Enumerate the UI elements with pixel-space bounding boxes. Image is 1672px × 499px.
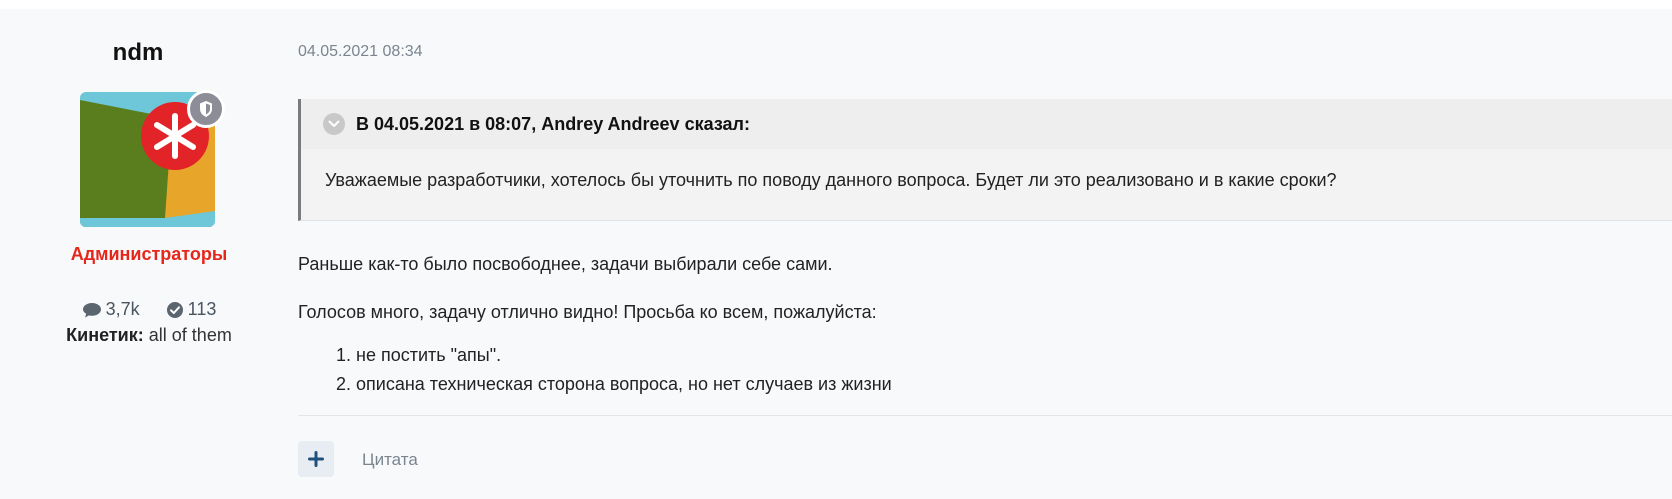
comment-icon [82,302,101,317]
quote-body: Уважаемые разработчики, хотелось бы уточ… [325,170,1337,190]
post-list: 1. не постить "апы". 2. описана техничес… [336,345,892,403]
quote-button[interactable]: Цитата [362,450,418,470]
post-paragraph-1: Раньше как-то было посвободнее, задачи в… [298,254,833,274]
author-group[interactable]: Администраторы [0,244,298,265]
chevron-down-icon[interactable] [323,113,345,135]
shield-icon [187,90,225,128]
comments-count: 3,7k [105,299,140,319]
add-reaction-button[interactable] [298,441,334,477]
quote-header-text: В 04.05.2021 в 08:07, Andrey Andreev ска… [356,113,750,134]
solutions-count: 113 [187,299,217,319]
post-date[interactable]: 04.05.2021 08:34 [298,43,423,61]
list-item: 1. не постить "апы". [336,345,502,365]
forum-post: ndm Администраторы 3,7k 113 Кинетик: all… [0,9,1672,499]
check-circle-icon [166,301,183,318]
post-paragraph-2: Голосов много, задачу отлично видно! Про… [298,302,877,322]
author-username[interactable]: ndm [0,39,276,67]
quote-header[interactable]: В 04.05.2021 в 08:07, Andrey Andreev ска… [301,99,1672,149]
solutions-stat: 113 [166,299,217,320]
kinetic-label: Кинетик: [66,325,144,345]
author-stats: 3,7k 113 [0,299,298,320]
divider [298,415,1672,416]
comments-stat: 3,7k [82,299,140,320]
kinetic-value: all of them [148,325,232,345]
plus-icon [308,451,324,467]
blockquote: В 04.05.2021 в 08:07, Andrey Andreev ска… [298,99,1672,221]
list-item: 2. описана техническая сторона вопроса, … [336,374,892,394]
author-kinetic: Кинетик: all of them [0,325,298,346]
